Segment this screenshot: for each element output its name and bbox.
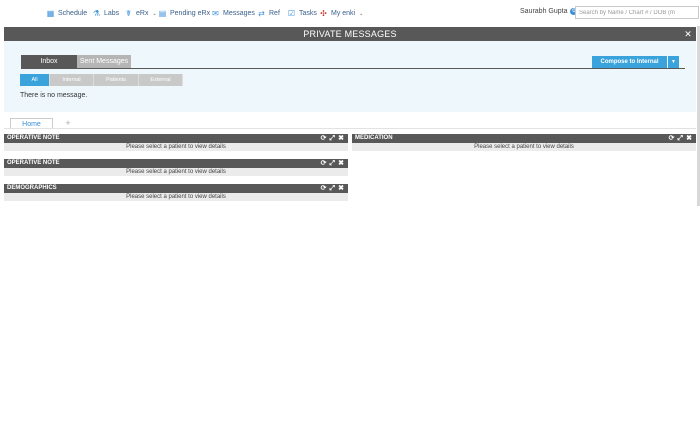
top-navigation: ▦ Schedule ⚗ Labs ☤ eRx ⌄ ▤ Pending eRx … — [0, 0, 700, 26]
widget-body: Please select a patient to view details — [352, 143, 696, 151]
nav-erx-label: eRx — [136, 10, 149, 17]
chevron-down-icon: ⌄ — [359, 10, 364, 17]
user-name: Saurabh Gupta — [520, 8, 568, 15]
widget-operative-note: OPERATIVE NOTE ⟳ ⤢ ✖ Please select a pat… — [4, 134, 348, 151]
filter-patients[interactable]: Patients — [94, 74, 139, 86]
refresh-icon[interactable]: ⟳ — [321, 184, 327, 193]
nav-messages[interactable]: ✉ Messages — [211, 8, 255, 19]
close-icon[interactable]: ✖ — [686, 134, 692, 143]
envelope-icon: ✉ — [212, 8, 219, 18]
private-messages-header: PRIVATE MESSAGES ✕ — [4, 27, 696, 41]
refresh-icon[interactable]: ⟳ — [321, 159, 327, 168]
expand-icon[interactable]: ⤢ — [330, 159, 336, 168]
close-icon[interactable]: ✕ — [684, 27, 692, 41]
tabs-divider — [21, 68, 685, 69]
close-icon[interactable]: ✖ — [338, 134, 344, 143]
checklist-icon: ☑ — [287, 8, 296, 18]
widget-body: Please select a patient to view details — [4, 168, 348, 176]
close-icon[interactable]: ✖ — [338, 184, 344, 193]
nav-erx[interactable]: ☤ eRx ⌄ — [124, 8, 157, 19]
widget-title: OPERATIVE NOTE — [7, 160, 60, 166]
widget-title: DEMOGRAPHICS — [7, 185, 57, 191]
filter-internal[interactable]: Internal — [50, 74, 94, 86]
compose-button[interactable]: Compose to Internal — [592, 56, 667, 68]
widget-body: Please select a patient to view details — [4, 143, 348, 151]
nav-schedule-label: Schedule — [58, 10, 88, 17]
widget-header: OPERATIVE NOTE ⟳ ⤢ ✖ — [4, 159, 348, 168]
close-icon[interactable]: ✖ — [338, 159, 344, 168]
enki-icon: ✣ — [320, 8, 327, 18]
private-messages-title: PRIVATE MESSAGES — [303, 29, 397, 39]
widget-header: MEDICATION ⟳ ⤢ ✖ — [352, 134, 696, 143]
nav-ref[interactable]: ⇄ Ref — [257, 8, 280, 19]
widget-header: OPERATIVE NOTE ⟳ ⤢ ✖ — [4, 134, 348, 143]
nav-my-enki[interactable]: ✣ My enki ⌄ — [319, 8, 363, 19]
widget-header: DEMOGRAPHICS ⟳ ⤢ ✖ — [4, 184, 348, 193]
tab-inbox[interactable]: Inbox — [21, 55, 77, 68]
refresh-icon[interactable]: ⟳ — [669, 134, 675, 143]
expand-icon[interactable]: ⤢ — [678, 134, 684, 143]
flask-icon: ⚗ — [92, 8, 101, 18]
referral-icon: ⇄ — [258, 8, 265, 18]
tab-sent-messages[interactable]: Sent Messages — [77, 55, 131, 68]
filter-all[interactable]: All — [20, 74, 50, 86]
message-tabs: Inbox Sent Messages — [21, 55, 131, 68]
nav-tasks-label: Tasks — [299, 10, 317, 17]
add-tab-icon[interactable]: + — [63, 118, 73, 128]
widget-operative-note-2: OPERATIVE NOTE ⟳ ⤢ ✖ Please select a pat… — [4, 159, 348, 176]
widget-body: Please select a patient to view details — [4, 193, 348, 201]
nav-tasks[interactable]: ☑ Tasks — [287, 8, 317, 19]
nav-labs[interactable]: ⚗ Labs — [92, 8, 119, 19]
widget-title: OPERATIVE NOTE — [7, 135, 60, 141]
widget-medication: MEDICATION ⟳ ⤢ ✖ Please select a patient… — [352, 134, 696, 151]
widget-title: MEDICATION — [355, 135, 393, 141]
nav-schedule[interactable]: ▦ Schedule — [46, 8, 87, 19]
patient-search-input[interactable] — [575, 6, 699, 19]
widget-demographics: DEMOGRAPHICS ⟳ ⤢ ✖ Please select a patie… — [4, 184, 348, 201]
rx-icon: ☤ — [125, 8, 132, 18]
user-menu[interactable]: Saurabh Gupta ⚙ — [520, 8, 578, 15]
nav-my-enki-label: My enki — [331, 10, 356, 17]
message-filters: All Internal Patients External — [20, 74, 183, 86]
nav-messages-label: Messages — [223, 10, 255, 17]
refresh-icon[interactable]: ⟳ — [321, 134, 327, 143]
empty-message-text: There is no message. — [20, 92, 88, 99]
tab-bar-divider — [4, 128, 696, 129]
nav-pending-erx-label: Pending eRx — [170, 10, 211, 17]
document-icon: ▤ — [158, 8, 167, 18]
calendar-icon: ▦ — [46, 8, 55, 18]
filter-external[interactable]: External — [139, 74, 183, 86]
nav-pending-erx[interactable]: ▤ Pending eRx — [158, 8, 210, 19]
compose-dropdown-button[interactable]: ▼ — [668, 56, 679, 68]
chevron-down-icon: ⌄ — [152, 10, 157, 17]
nav-labs-label: Labs — [104, 10, 120, 17]
expand-icon[interactable]: ⤢ — [330, 134, 336, 143]
private-messages-panel: PRIVATE MESSAGES ✕ Inbox Sent Messages C… — [4, 27, 696, 112]
nav-ref-label: Ref — [269, 10, 280, 17]
expand-icon[interactable]: ⤢ — [330, 184, 336, 193]
